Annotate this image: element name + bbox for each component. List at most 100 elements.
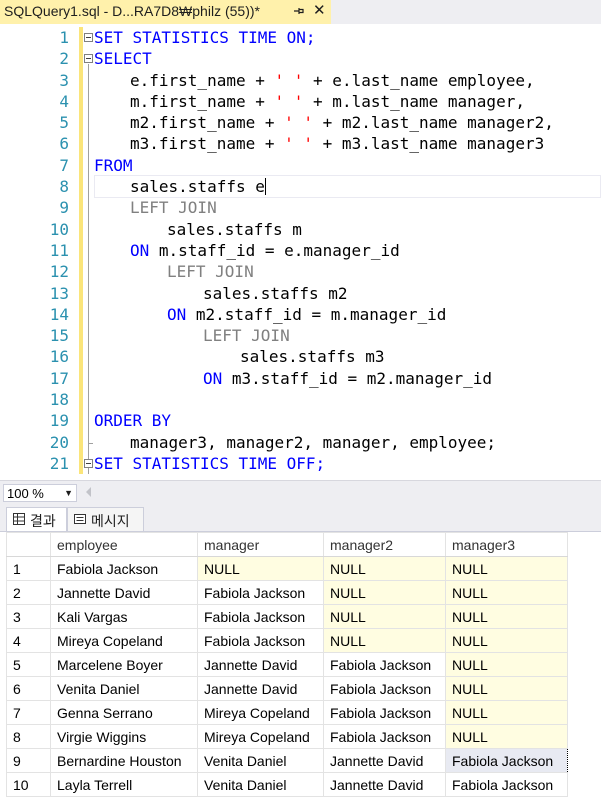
table-row[interactable]: 3 Kali Vargas Fabiola Jackson NULL NULL — [6, 604, 568, 629]
cell-manager3[interactable]: NULL — [445, 556, 568, 581]
change-marker — [79, 261, 83, 283]
cell-manager3[interactable]: NULL — [445, 724, 568, 749]
cell-manager[interactable]: Fabiola Jackson — [197, 604, 324, 629]
row-number-header[interactable] — [6, 532, 51, 557]
cell-manager[interactable]: Fabiola Jackson — [197, 580, 324, 605]
table-row[interactable]: 4 Mireya Copeland Fabiola Jackson NULL NULL — [6, 628, 568, 653]
line-number: 21 — [49, 453, 69, 473]
row-number[interactable]: 1 — [6, 556, 51, 581]
line-number: 18 — [49, 390, 69, 410]
cell-manager3[interactable]: NULL — [445, 652, 568, 677]
cell-employee[interactable]: Genna Serrano — [50, 700, 198, 725]
cell-employee[interactable]: Layla Terrell — [50, 772, 198, 797]
column-header-employee[interactable]: employee — [50, 532, 198, 557]
line-number: 4 — [59, 91, 69, 111]
query-editor[interactable]: 1 SET STATISTICS TIME ON; 2 SELECT 3 e.f… — [0, 24, 601, 480]
row-number[interactable]: 3 — [6, 604, 51, 629]
document-tab[interactable]: SQLQuery1.sql - D...RA7D8₩philz (55))* ✕ — [0, 0, 331, 24]
row-number[interactable]: 8 — [6, 724, 51, 749]
cell-manager3[interactable]: NULL — [445, 700, 568, 725]
collapse-toggle-icon[interactable] — [84, 54, 93, 64]
cell-employee[interactable]: Jannette David — [50, 580, 198, 605]
cell-manager[interactable]: Mireya Copeland — [197, 724, 324, 749]
code-line: 21 SET STATISTICS TIME OFF; — [0, 452, 601, 475]
tab-results-label: 결과 — [30, 513, 56, 529]
code-line: 9 LEFT JOIN — [0, 197, 601, 219]
cell-employee[interactable]: Mireya Copeland — [50, 628, 198, 653]
cell-manager[interactable]: Jannette David — [197, 652, 324, 677]
row-number[interactable]: 2 — [6, 580, 51, 605]
change-marker — [79, 367, 83, 390]
cell-manager3[interactable]: Fabiola Jackson — [445, 748, 568, 773]
cell-manager3[interactable]: NULL — [445, 628, 568, 653]
column-header-manager[interactable]: manager — [197, 532, 324, 557]
row-number[interactable]: 4 — [6, 628, 51, 653]
cell-manager2[interactable]: Fabiola Jackson — [323, 652, 446, 677]
row-number[interactable]: 10 — [6, 772, 51, 797]
table-row[interactable]: 8 Virgie Wiggins Mireya Copeland Fabiola Ja… — [6, 724, 568, 749]
cell-manager[interactable]: Mireya Copeland — [197, 700, 324, 725]
cell-manager2[interactable]: Fabiola Jackson — [323, 676, 446, 701]
column-header-manager3[interactable]: manager3 — [445, 532, 568, 557]
table-row[interactable]: 6 Venita Daniel Jannette David Fabiola Jack… — [6, 676, 568, 701]
code-segment: m3.staff_id = m2.manager_id — [222, 368, 492, 388]
cell-manager2[interactable]: NULL — [323, 556, 446, 581]
code-segment: + m3.last_name manager3 — [313, 134, 545, 154]
row-number[interactable]: 7 — [6, 700, 51, 725]
chevron-down-icon[interactable]: ▼ — [64, 488, 73, 498]
code-line: 6 m3.first_name + ' ' + m3.last_name man… — [0, 133, 601, 155]
cell-employee[interactable]: Venita Daniel — [50, 676, 198, 701]
cell-manager2[interactable]: Fabiola Jackson — [323, 700, 446, 725]
cell-manager[interactable]: Fabiola Jackson — [197, 628, 324, 653]
code-area[interactable]: 1 SET STATISTICS TIME ON; 2 SELECT 3 e.f… — [0, 27, 601, 475]
cell-manager3[interactable]: NULL — [445, 604, 568, 629]
code-line: 5 m2.first_name + ' ' + m2.last_name man… — [0, 112, 601, 134]
cell-manager2[interactable]: Fabiola Jackson — [323, 724, 446, 749]
code-text: LEFT JOIN — [167, 262, 254, 282]
cell-employee[interactable]: Fabiola Jackson — [50, 556, 198, 581]
cell-manager[interactable]: Venita Daniel — [197, 772, 324, 797]
grid-icon — [13, 513, 25, 525]
cell-manager2[interactable]: Jannette David — [323, 748, 446, 773]
change-marker — [79, 133, 83, 155]
cell-employee[interactable]: Virgie Wiggins — [50, 724, 198, 749]
cell-manager3[interactable]: NULL — [445, 676, 568, 701]
tab-results[interactable]: 결과 — [6, 507, 67, 531]
cell-manager2[interactable]: NULL — [323, 604, 446, 629]
cell-manager2[interactable]: NULL — [323, 580, 446, 605]
column-header-manager2[interactable]: manager2 — [323, 532, 446, 557]
cell-employee[interactable]: Bernardine Houston — [50, 748, 198, 773]
change-marker — [79, 176, 83, 198]
cell-manager3[interactable]: Fabiola Jackson — [445, 772, 568, 797]
row-number[interactable]: 9 — [6, 748, 51, 773]
table-row[interactable]: 9 Bernardine Houston Venita Daniel Jannette… — [6, 748, 568, 773]
table-row[interactable]: 10 Layla Terrell Venita Daniel Jannette Dav… — [6, 772, 568, 797]
cell-manager3[interactable]: NULL — [445, 580, 568, 605]
cell-manager[interactable]: Jannette David — [197, 676, 324, 701]
cell-employee[interactable]: Kali Vargas — [50, 604, 198, 629]
pin-icon[interactable] — [290, 3, 306, 19]
collapse-toggle-icon[interactable] — [84, 33, 93, 42]
row-number[interactable]: 6 — [6, 676, 51, 701]
editor-status-bar: 100 % ▼ — [0, 480, 601, 504]
scroll-left-icon[interactable] — [86, 487, 91, 497]
cell-manager[interactable]: NULL — [197, 556, 324, 581]
cell-manager[interactable]: Venita Daniel — [197, 748, 324, 773]
cell-manager2[interactable]: NULL — [323, 628, 446, 653]
results-grid[interactable]: employee manager manager2 manager3 1 Fabi… — [6, 532, 568, 797]
table-row[interactable]: 2 Jannette David Fabiola Jackson NULL NULL — [6, 580, 568, 605]
code-text: manager3, manager2, manager, employee; — [130, 432, 497, 452]
collapse-toggle-icon[interactable] — [84, 458, 93, 468]
results-grid-panel: employee manager manager2 manager3 1 Fabi… — [0, 531, 601, 802]
table-row[interactable]: 1 Fabiola Jackson NULL NULL NULL — [6, 556, 568, 581]
row-number[interactable]: 5 — [6, 652, 51, 677]
cell-manager2[interactable]: Jannette David — [323, 772, 446, 797]
table-row[interactable]: 7 Genna Serrano Mireya Copeland Fabiola Jac… — [6, 700, 568, 725]
cell-employee[interactable]: Marcelene Boyer — [50, 652, 198, 677]
code-text: sales.staffs m3 — [240, 347, 385, 367]
code-line: 15 LEFT JOIN — [0, 325, 601, 347]
table-row[interactable]: 5 Marcelene Boyer Jannette David Fabiola Ja… — [6, 652, 568, 677]
zoom-dropdown[interactable]: 100 % ▼ — [3, 484, 77, 502]
tab-messages[interactable]: 메시지 — [67, 507, 144, 531]
close-icon[interactable]: ✕ — [313, 2, 326, 20]
